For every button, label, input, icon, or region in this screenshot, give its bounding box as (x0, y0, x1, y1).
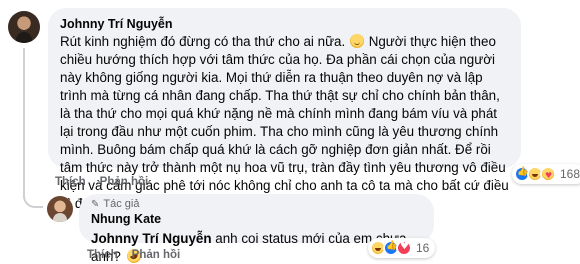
thread-connector-curve (23, 190, 43, 208)
comment-bubble: Johnny Trí Nguyễn Rút kinh nghiệm đó đừn… (48, 8, 521, 211)
commenter-avatar[interactable] (8, 11, 40, 43)
reply-reactions-summary[interactable]: 16 (368, 238, 436, 258)
comment-reply-button[interactable]: Phản hồi (100, 176, 149, 188)
comment-text-part-1: Rút kinh nghiệm đó đừng có tha thứ cho a… (60, 34, 346, 49)
pencil-icon: ✎ (91, 199, 100, 210)
reply-actions: Thích Phản hồi (87, 249, 180, 261)
reply-like-button[interactable]: Thích (87, 249, 118, 261)
smile-emoji-icon (349, 34, 364, 48)
comment-actions: Thích Phản hồi (55, 176, 148, 188)
reply-bubble: ✎ Tác giả Nhung Kate Johnny Trí Nguyễn a… (79, 194, 434, 264)
reply-author-avatar[interactable] (47, 196, 73, 222)
reply-mention-link[interactable]: Johnny Trí Nguyễn (91, 231, 212, 246)
reply-reaction-count: 16 (416, 241, 430, 255)
thread-connector-line (23, 48, 25, 198)
love-reaction-icon (396, 240, 412, 256)
author-badge: ✎ Tác giả (91, 198, 422, 211)
author-badge-label: Tác giả (103, 198, 140, 210)
comment-reactions-summary[interactable]: 168 (512, 164, 580, 184)
reply-author-name[interactable]: Nhung Kate (91, 211, 422, 228)
comment-reaction-count: 168 (560, 167, 580, 181)
comment-like-button[interactable]: Thích (55, 176, 86, 188)
reply-reply-button[interactable]: Phản hồi (132, 249, 181, 261)
comment-author-name[interactable]: Johnny Trí Nguyễn (60, 16, 509, 33)
care-reaction-icon (540, 166, 556, 182)
